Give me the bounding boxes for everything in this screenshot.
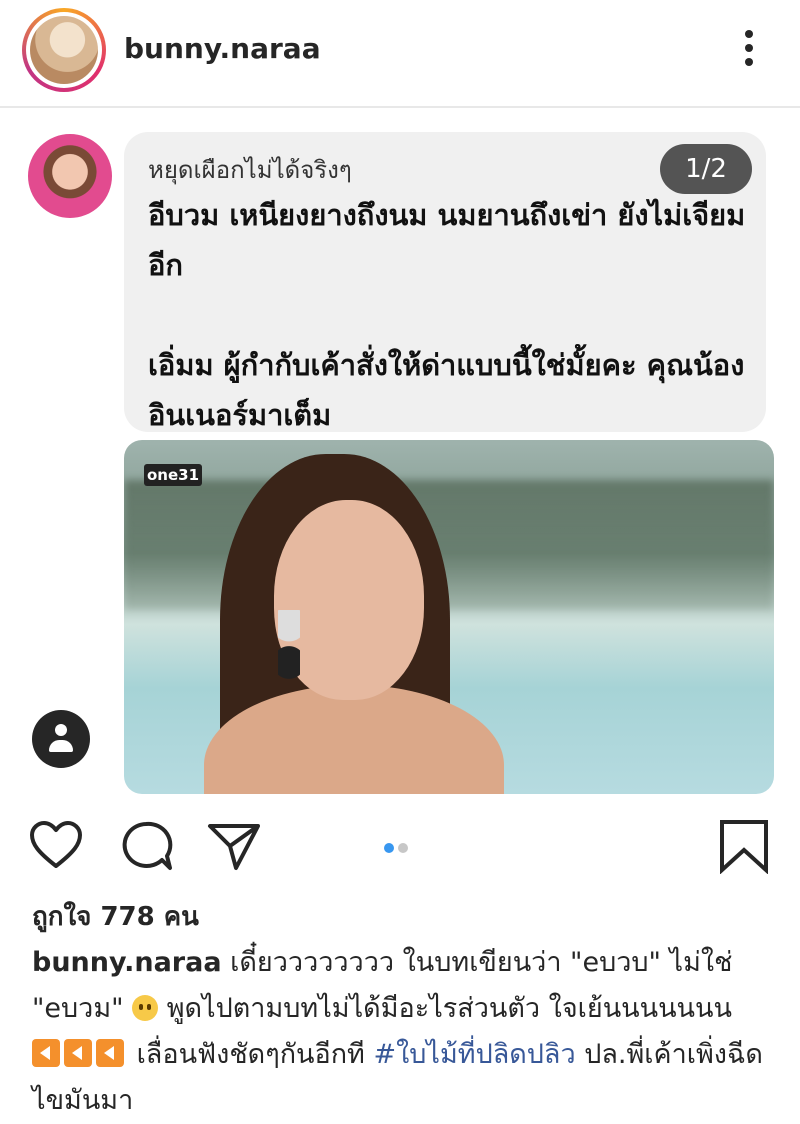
- comment-avatar: [26, 132, 114, 220]
- bookmark-icon[interactable]: [716, 818, 772, 874]
- neutral-face-emoji-icon: [132, 995, 159, 1021]
- like-count[interactable]: ถูกใจ 778 คน: [32, 896, 199, 937]
- heart-icon[interactable]: [28, 818, 84, 874]
- user-tag-icon[interactable]: [32, 710, 90, 768]
- image-counter: 1/2: [660, 144, 752, 194]
- caption-text-2: พูดไปตามบทไม่ได้มีอะไรส่วนตัว ใจเย้นนนนน…: [158, 993, 732, 1024]
- caption-text-3: เลื่อนฟังชัดๆกันอีกที: [128, 1039, 374, 1070]
- header-username[interactable]: bunny.naraa: [124, 32, 321, 65]
- post-header: bunny.naraa: [0, 0, 800, 100]
- post-media[interactable]: หยุดเผือกไม่ได้จริงๆ อีบวม เหนียงยางถึงน…: [0, 108, 800, 808]
- channel-logo: one31: [144, 464, 202, 486]
- comment-icon[interactable]: [118, 818, 174, 874]
- comment-author: หยุดเผือกไม่ได้จริงๆ: [148, 156, 352, 184]
- caption-username[interactable]: bunny.naraa: [32, 947, 222, 978]
- screenshot-photo: one31: [124, 440, 774, 794]
- comment-bubble: หยุดเผือกไม่ได้จริงๆ อีบวม เหนียงยางถึงน…: [124, 132, 766, 432]
- carousel-dots: [384, 838, 412, 857]
- carousel-dot: [398, 843, 408, 853]
- profile-avatar[interactable]: [22, 8, 106, 92]
- action-bar: [0, 808, 800, 878]
- reverse-arrow-emoji-icons: [32, 1039, 128, 1070]
- hashtag-link[interactable]: #ใบไม้ที่ปลิดปลิว: [373, 1039, 575, 1070]
- post-caption: bunny.naraa เดี๋ยวววววววว ในบทเขียนว่า "…: [32, 940, 772, 1124]
- send-icon[interactable]: [206, 818, 262, 874]
- carousel-dot-active: [384, 843, 394, 853]
- comment-text: อีบวม เหนียงยางถึงนม นมยานถึงเข่า ยังไม่…: [148, 198, 746, 432]
- more-vertical-icon[interactable]: [744, 30, 754, 70]
